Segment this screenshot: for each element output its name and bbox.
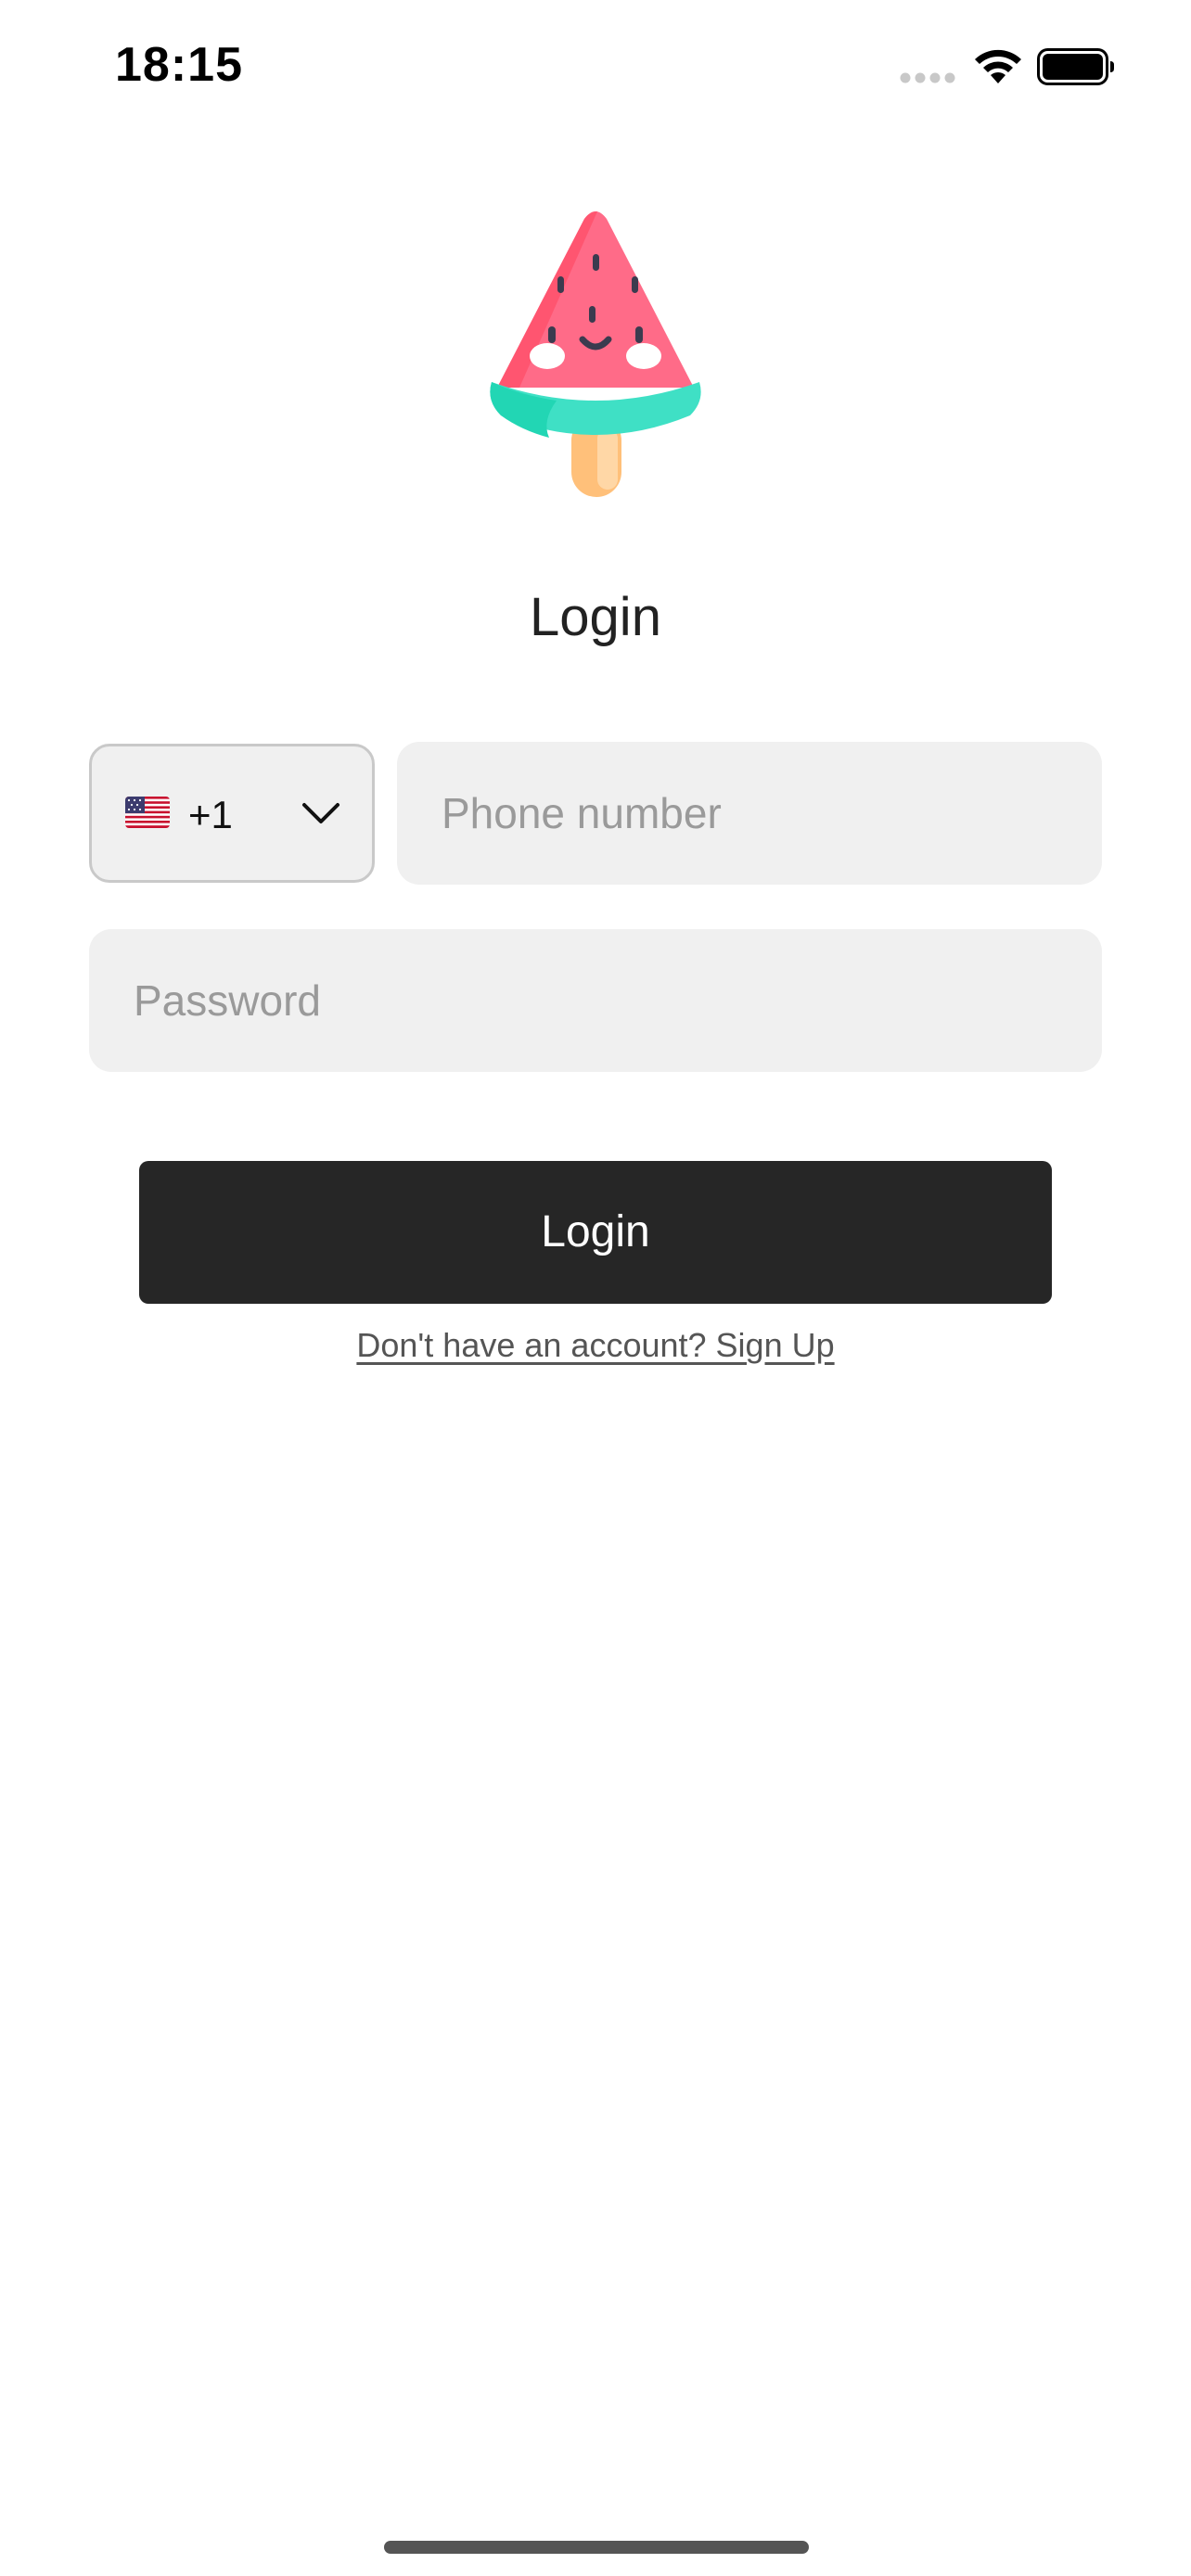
- us-flag-icon: [125, 797, 170, 828]
- home-indicator[interactable]: [384, 2541, 809, 2554]
- phone-number-input[interactable]: [397, 742, 1102, 885]
- chevron-down-icon: [302, 803, 339, 823]
- dial-code: +1: [188, 793, 233, 836]
- login-button[interactable]: Login: [139, 1161, 1052, 1304]
- watermelon-popsicle-icon: [490, 211, 701, 497]
- page-title: Login: [530, 587, 661, 647]
- status-bar: 18:15: [0, 0, 1191, 130]
- country-code-select[interactable]: +1: [89, 744, 375, 883]
- wifi-icon: [975, 49, 1021, 83]
- cellular-signal-icon: [900, 72, 955, 83]
- signup-link[interactable]: Don't have an account? Sign Up: [0, 1326, 1191, 1365]
- status-time: 18:15: [115, 38, 243, 92]
- battery-icon: [1037, 48, 1114, 85]
- password-input[interactable]: [89, 929, 1102, 1072]
